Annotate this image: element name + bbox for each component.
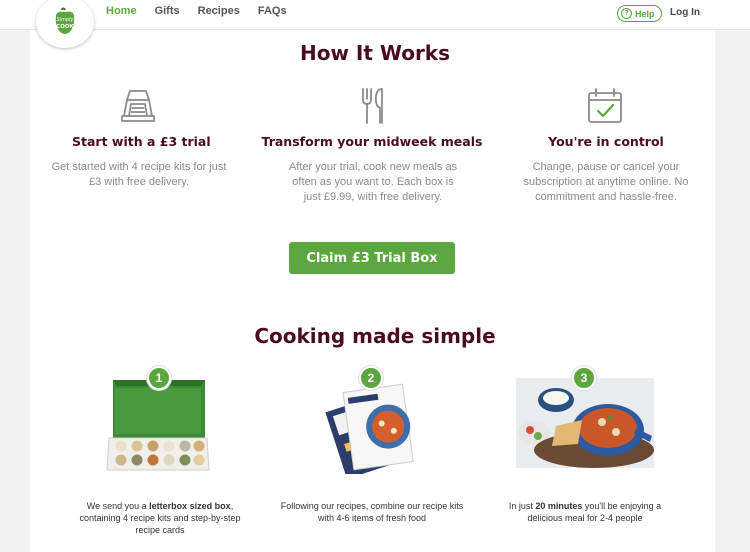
caption-3-part-a: In just	[508, 501, 536, 511]
nav-faqs[interactable]: FAQs	[258, 5, 287, 17]
main-nav: Home Gifts Recipes FAQs	[106, 5, 305, 17]
step-3-heading: You're in control	[548, 134, 664, 149]
step-2-text: After your trial, cook new meals as ofte…	[288, 161, 458, 203]
logo-text-bottom: COOK	[56, 24, 74, 30]
curry-meal-image	[516, 378, 654, 468]
caption-1: We send you a letterbox sized box, conta…	[70, 500, 250, 536]
step-number-1: 1	[147, 366, 171, 390]
cooking-made-simple-title: Cooking made simple	[254, 324, 496, 348]
logo-text-top: Simply	[57, 17, 75, 23]
how-it-works-title: How It Works	[299, 41, 451, 65]
caption-1-bold: letterbox sized box	[149, 501, 231, 511]
recipe-box-image	[106, 380, 210, 471]
step-number-2: 2	[359, 366, 383, 390]
caption-2: Following our recipes, combine our recip…	[280, 500, 464, 524]
step-3-text: Change, pause or cancel your subscriptio…	[523, 161, 689, 203]
caption-3-bold: 20 minutes	[535, 501, 583, 511]
cutlery-icon	[362, 88, 383, 124]
nav-gifts[interactable]: Gifts	[155, 5, 180, 17]
calendar-check-icon	[588, 88, 622, 123]
step-1-text: Get started with 4 recipe kits for just …	[51, 161, 227, 188]
nav-recipes[interactable]: Recipes	[198, 5, 240, 17]
login-link[interactable]: Log In	[670, 7, 700, 18]
caption-3: In just 20 minutes you'll be enjoying a …	[500, 500, 670, 524]
step-2-heading: Transform your midweek meals	[261, 134, 483, 149]
caption-1-part-a: We send you a	[86, 501, 150, 511]
letterbox-icon	[121, 90, 155, 122]
nav-home[interactable]: Home	[106, 5, 137, 17]
claim-trial-box-button[interactable]: Claim £3 Trial Box	[289, 242, 455, 274]
step-number-3: 3	[572, 366, 596, 390]
step-1-heading: Start with a £3 trial	[72, 134, 211, 149]
caption-2-text: Following our recipes, combine our recip…	[280, 501, 464, 523]
pepper-logo-icon: Simply COOK	[55, 7, 75, 34]
recipe-cards-image	[325, 383, 414, 474]
question-icon: ?	[621, 8, 632, 19]
help-label: Help	[635, 8, 655, 19]
help-button[interactable]: ? Help	[617, 5, 662, 22]
